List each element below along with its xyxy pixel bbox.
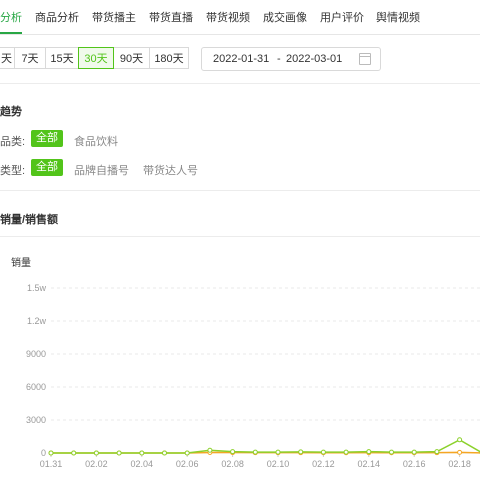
tab-live[interactable]: 带货直播 [149,9,193,25]
data-point [184,450,190,456]
data-point [162,450,167,456]
range-button-7d[interactable]: 7天 [14,47,46,69]
data-point [93,450,99,456]
y-tick-label: 1.5w [27,283,47,293]
data-point [411,449,417,455]
data-point [71,450,77,456]
type-all-chip[interactable]: 全部 [31,159,63,176]
range-button-day[interactable]: 天 [0,47,15,69]
nav-tabs: 分析 商品分析 带货播主 带货直播 带货视频 成交画像 用户评价 舆情视频 [0,0,480,35]
tab-reviews[interactable]: 用户评价 [320,9,364,25]
category-food-option[interactable]: 食品饮料 [74,133,118,149]
x-tick-label: 02.10 [267,459,290,469]
data-point [457,437,463,443]
end-date: 2022-03-01 [286,53,343,65]
x-tick-label: 02.14 [358,459,381,469]
start-date: 2022-01-31 [213,53,270,65]
y-tick-label: 0 [41,448,46,458]
data-point [457,449,463,455]
sales-line-chart: 0 3000 6000 9000 1.2w 1.5w 01.31 02.02 02.04 02.0… [26,283,480,469]
trend-title: 趋势 [0,106,22,118]
date-range-picker[interactable]: 2022-01-31 - 2022-03-01 [201,47,381,71]
data-point [343,449,349,455]
x-tick-label: 01.31 [40,459,63,469]
data-point [139,450,145,456]
category-label: 品类: [0,136,26,148]
sales-title: 销量/销售额 [0,214,59,226]
range-button-180d[interactable]: 180天 [149,47,189,69]
divider [0,83,480,84]
tab-product-analysis[interactable]: 商品分析 [35,9,79,25]
tab-analysis[interactable]: 分析 [0,9,22,25]
data-point [48,450,54,456]
data-point [230,449,236,455]
category-all-chip[interactable]: 全部 [31,130,63,147]
date-separator: - [277,53,281,65]
range-button-15d[interactable]: 15天 [45,47,79,69]
data-point [252,449,258,455]
divider [0,190,480,191]
type-influencer-option[interactable]: 带货达人号 [143,162,198,178]
tab-sentiment-videos[interactable]: 舆情视频 [376,9,420,25]
range-button-30d[interactable]: 30天 [78,47,114,69]
data-point [366,449,372,455]
y-tick-label: 9000 [26,349,46,359]
x-tick-label: 02.16 [403,459,426,469]
data-point [389,449,394,455]
type-label: 类型: [0,165,26,177]
x-tick-label: 02.08 [221,459,244,469]
y-tick-label: 6000 [26,382,46,392]
calendar-icon [359,53,371,65]
data-point [298,449,304,455]
y-tick-label: 3000 [26,415,46,425]
divider [0,236,480,237]
data-point [434,449,440,455]
range-button-90d[interactable]: 90天 [113,47,150,69]
x-tick-label: 02.02 [85,459,108,469]
y-axis-title: 销量 [11,258,31,269]
x-tick-label: 02.12 [312,459,335,469]
data-point [207,447,213,453]
tab-videos[interactable]: 带货视频 [206,9,250,25]
x-tick-label: 02.04 [131,459,154,469]
data-point [116,450,122,456]
x-tick-label: 02.06 [176,459,199,469]
y-tick-label: 1.2w [27,316,47,326]
data-point [275,449,281,455]
tab-buyer-profile[interactable]: 成交画像 [263,9,307,25]
active-tab-indicator [0,32,22,34]
data-point [320,449,326,455]
tab-streamers[interactable]: 带货播主 [92,9,136,25]
type-brand-self-option[interactable]: 品牌自播号 [74,162,129,178]
x-tick-label: 02.18 [448,459,471,469]
